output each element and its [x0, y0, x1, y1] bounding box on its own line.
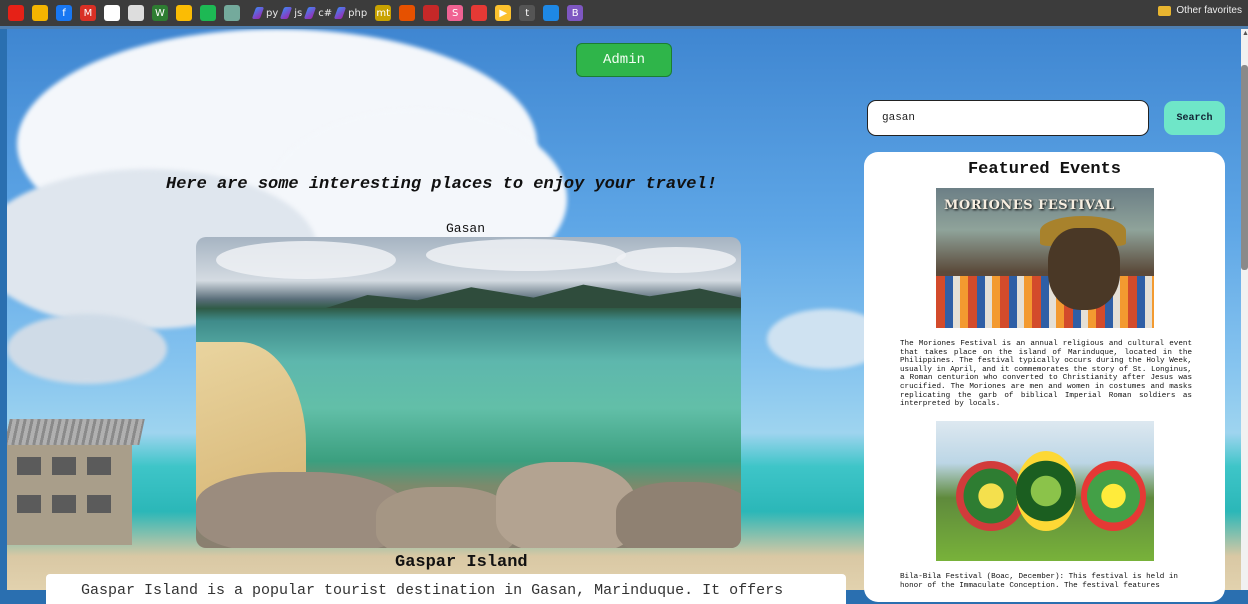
- w-icon[interactable]: W: [152, 5, 168, 21]
- s-icon[interactable]: S: [447, 5, 464, 21]
- moriones-festival-image: MORIONES FESTIVAL: [936, 188, 1154, 328]
- other-favorites-label: Other favorites: [1176, 5, 1242, 16]
- py-icon: [251, 7, 265, 19]
- place-description: Gaspar Island is a popular tourist desti…: [81, 582, 784, 599]
- bookmark-php[interactable]: php: [333, 5, 367, 21]
- place-town-label: Gasan: [446, 221, 486, 236]
- facebook-icon[interactable]: f: [56, 5, 72, 21]
- b-icon[interactable]: B: [567, 5, 584, 21]
- featured-events-title: Featured Events: [967, 160, 1122, 179]
- chatgpt-icon[interactable]: [224, 5, 240, 21]
- tumblr-icon[interactable]: t: [519, 5, 536, 21]
- bookmark-c#[interactable]: c#: [304, 5, 332, 21]
- bookmark-py[interactable]: py: [251, 5, 278, 21]
- bookmark-js[interactable]: js: [280, 5, 302, 21]
- mt-icon[interactable]: mt: [375, 5, 392, 21]
- search-button[interactable]: Search: [1164, 101, 1225, 135]
- place-description-card: Gaspar Island is a popular tourist desti…: [46, 574, 846, 604]
- scroll-up-arrow-icon[interactable]: ▲: [1242, 30, 1248, 37]
- featured-events-panel: Featured Events MORIONES FESTIVAL The Mo…: [864, 152, 1225, 602]
- admin-button[interactable]: Admin: [576, 43, 672, 77]
- arrow-icon[interactable]: [423, 5, 440, 21]
- folder-icon: [1158, 5, 1172, 16]
- page-scrollbar-thumb[interactable]: [1241, 65, 1248, 270]
- gaspar-island-photo: [196, 237, 741, 548]
- play-icon[interactable]: ▶: [495, 5, 512, 21]
- js-icon: [280, 7, 293, 19]
- event-description-2: Bila-Bila Festival (Boac, December): Thi…: [900, 573, 1178, 590]
- youtube-icon[interactable]: [8, 5, 24, 21]
- php-icon: [333, 7, 347, 19]
- photos-icon[interactable]: [176, 5, 192, 21]
- gmail-icon[interactable]: M: [80, 5, 96, 21]
- bookmarks-bar: f M Wpy js c# php mt S ▶ t B: [0, 0, 1248, 29]
- search-input[interactable]: [867, 100, 1149, 136]
- other-favorites[interactable]: Other favorites: [1158, 5, 1242, 16]
- chart-icon[interactable]: [471, 5, 488, 21]
- place-title: Gaspar Island: [395, 553, 528, 572]
- event-description: The Moriones Festival is an annual relig…: [900, 340, 1192, 409]
- csharp-icon: [304, 7, 317, 19]
- spotify-icon[interactable]: [200, 5, 216, 21]
- bila-bila-festival-image: [936, 421, 1154, 561]
- flag-icon[interactable]: [543, 5, 560, 21]
- google-drive-icon[interactable]: [32, 5, 48, 21]
- page-tagline: Here are some interesting places to enjo…: [166, 175, 717, 194]
- github-icon[interactable]: [104, 5, 120, 21]
- bulb-icon[interactable]: [128, 5, 144, 21]
- moriones-image-title: MORIONES FESTIVAL: [944, 198, 1115, 213]
- dots-icon[interactable]: [399, 5, 416, 21]
- building-under-construction: [7, 419, 145, 549]
